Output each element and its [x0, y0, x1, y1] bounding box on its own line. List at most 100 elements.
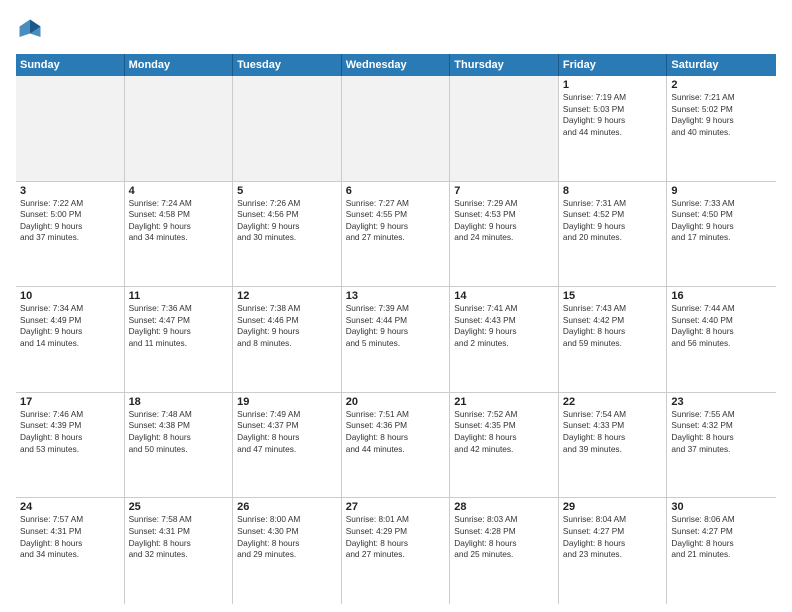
calendar-cell-2-0: 10Sunrise: 7:34 AM Sunset: 4:49 PM Dayli… — [16, 287, 125, 392]
day-info: Sunrise: 7:57 AM Sunset: 4:31 PM Dayligh… — [20, 514, 120, 560]
day-info: Sunrise: 8:01 AM Sunset: 4:29 PM Dayligh… — [346, 514, 446, 560]
calendar-cell-2-1: 11Sunrise: 7:36 AM Sunset: 4:47 PM Dayli… — [125, 287, 234, 392]
calendar-cell-4-0: 24Sunrise: 7:57 AM Sunset: 4:31 PM Dayli… — [16, 498, 125, 604]
calendar-cell-4-3: 27Sunrise: 8:01 AM Sunset: 4:29 PM Dayli… — [342, 498, 451, 604]
calendar-cell-3-3: 20Sunrise: 7:51 AM Sunset: 4:36 PM Dayli… — [342, 393, 451, 498]
day-info: Sunrise: 8:06 AM Sunset: 4:27 PM Dayligh… — [671, 514, 772, 560]
calendar-cell-3-2: 19Sunrise: 7:49 AM Sunset: 4:37 PM Dayli… — [233, 393, 342, 498]
calendar-cell-3-5: 22Sunrise: 7:54 AM Sunset: 4:33 PM Dayli… — [559, 393, 668, 498]
week-row-5: 24Sunrise: 7:57 AM Sunset: 4:31 PM Dayli… — [16, 498, 776, 604]
calendar-cell-2-2: 12Sunrise: 7:38 AM Sunset: 4:46 PM Dayli… — [233, 287, 342, 392]
calendar-cell-3-6: 23Sunrise: 7:55 AM Sunset: 4:32 PM Dayli… — [667, 393, 776, 498]
day-number: 24 — [20, 501, 120, 513]
day-number: 15 — [563, 290, 663, 302]
week-row-1: 1Sunrise: 7:19 AM Sunset: 5:03 PM Daylig… — [16, 76, 776, 182]
day-number: 20 — [346, 396, 446, 408]
weekday-saturday: Saturday — [667, 54, 776, 76]
day-number: 13 — [346, 290, 446, 302]
calendar-cell-3-4: 21Sunrise: 7:52 AM Sunset: 4:35 PM Dayli… — [450, 393, 559, 498]
day-info: Sunrise: 8:00 AM Sunset: 4:30 PM Dayligh… — [237, 514, 337, 560]
calendar-header: Sunday Monday Tuesday Wednesday Thursday… — [16, 54, 776, 76]
calendar-cell-4-1: 25Sunrise: 7:58 AM Sunset: 4:31 PM Dayli… — [125, 498, 234, 604]
day-number: 1 — [563, 79, 663, 91]
week-row-4: 17Sunrise: 7:46 AM Sunset: 4:39 PM Dayli… — [16, 393, 776, 499]
weekday-tuesday: Tuesday — [233, 54, 342, 76]
day-number: 14 — [454, 290, 554, 302]
day-number: 22 — [563, 396, 663, 408]
day-info: Sunrise: 7:52 AM Sunset: 4:35 PM Dayligh… — [454, 409, 554, 455]
calendar-cell-0-2 — [233, 76, 342, 181]
calendar-cell-2-3: 13Sunrise: 7:39 AM Sunset: 4:44 PM Dayli… — [342, 287, 451, 392]
logo — [16, 16, 48, 44]
day-info: Sunrise: 7:49 AM Sunset: 4:37 PM Dayligh… — [237, 409, 337, 455]
day-number: 10 — [20, 290, 120, 302]
day-info: Sunrise: 7:54 AM Sunset: 4:33 PM Dayligh… — [563, 409, 663, 455]
calendar-cell-4-5: 29Sunrise: 8:04 AM Sunset: 4:27 PM Dayli… — [559, 498, 668, 604]
day-info: Sunrise: 7:51 AM Sunset: 4:36 PM Dayligh… — [346, 409, 446, 455]
calendar-cell-2-6: 16Sunrise: 7:44 AM Sunset: 4:40 PM Dayli… — [667, 287, 776, 392]
day-info: Sunrise: 7:55 AM Sunset: 4:32 PM Dayligh… — [671, 409, 772, 455]
day-info: Sunrise: 7:21 AM Sunset: 5:02 PM Dayligh… — [671, 92, 772, 138]
calendar-cell-3-1: 18Sunrise: 7:48 AM Sunset: 4:38 PM Dayli… — [125, 393, 234, 498]
day-number: 2 — [671, 79, 772, 91]
day-number: 30 — [671, 501, 772, 513]
day-number: 28 — [454, 501, 554, 513]
day-number: 19 — [237, 396, 337, 408]
calendar-cell-1-2: 5Sunrise: 7:26 AM Sunset: 4:56 PM Daylig… — [233, 182, 342, 287]
day-info: Sunrise: 7:41 AM Sunset: 4:43 PM Dayligh… — [454, 303, 554, 349]
calendar-cell-1-1: 4Sunrise: 7:24 AM Sunset: 4:58 PM Daylig… — [125, 182, 234, 287]
day-info: Sunrise: 7:36 AM Sunset: 4:47 PM Dayligh… — [129, 303, 229, 349]
day-info: Sunrise: 8:03 AM Sunset: 4:28 PM Dayligh… — [454, 514, 554, 560]
calendar-cell-4-4: 28Sunrise: 8:03 AM Sunset: 4:28 PM Dayli… — [450, 498, 559, 604]
day-info: Sunrise: 7:31 AM Sunset: 4:52 PM Dayligh… — [563, 198, 663, 244]
day-number: 11 — [129, 290, 229, 302]
day-info: Sunrise: 7:24 AM Sunset: 4:58 PM Dayligh… — [129, 198, 229, 244]
day-info: Sunrise: 7:48 AM Sunset: 4:38 PM Dayligh… — [129, 409, 229, 455]
day-info: Sunrise: 7:43 AM Sunset: 4:42 PM Dayligh… — [563, 303, 663, 349]
day-number: 5 — [237, 185, 337, 197]
header — [16, 16, 776, 44]
day-info: Sunrise: 7:33 AM Sunset: 4:50 PM Dayligh… — [671, 198, 772, 244]
weekday-thursday: Thursday — [450, 54, 559, 76]
calendar: Sunday Monday Tuesday Wednesday Thursday… — [16, 54, 776, 604]
calendar-cell-0-0 — [16, 76, 125, 181]
weekday-sunday: Sunday — [16, 54, 125, 76]
calendar-cell-1-6: 9Sunrise: 7:33 AM Sunset: 4:50 PM Daylig… — [667, 182, 776, 287]
calendar-cell-4-6: 30Sunrise: 8:06 AM Sunset: 4:27 PM Dayli… — [667, 498, 776, 604]
weekday-friday: Friday — [559, 54, 668, 76]
calendar-cell-3-0: 17Sunrise: 7:46 AM Sunset: 4:39 PM Dayli… — [16, 393, 125, 498]
day-number: 9 — [671, 185, 772, 197]
day-info: Sunrise: 7:22 AM Sunset: 5:00 PM Dayligh… — [20, 198, 120, 244]
day-info: Sunrise: 8:04 AM Sunset: 4:27 PM Dayligh… — [563, 514, 663, 560]
calendar-body: 1Sunrise: 7:19 AM Sunset: 5:03 PM Daylig… — [16, 76, 776, 604]
day-info: Sunrise: 7:44 AM Sunset: 4:40 PM Dayligh… — [671, 303, 772, 349]
day-number: 26 — [237, 501, 337, 513]
day-info: Sunrise: 7:19 AM Sunset: 5:03 PM Dayligh… — [563, 92, 663, 138]
calendar-cell-2-5: 15Sunrise: 7:43 AM Sunset: 4:42 PM Dayli… — [559, 287, 668, 392]
day-info: Sunrise: 7:34 AM Sunset: 4:49 PM Dayligh… — [20, 303, 120, 349]
page: Sunday Monday Tuesday Wednesday Thursday… — [0, 0, 792, 612]
day-number: 4 — [129, 185, 229, 197]
week-row-3: 10Sunrise: 7:34 AM Sunset: 4:49 PM Dayli… — [16, 287, 776, 393]
day-number: 3 — [20, 185, 120, 197]
calendar-cell-0-1 — [125, 76, 234, 181]
calendar-cell-0-3 — [342, 76, 451, 181]
day-number: 17 — [20, 396, 120, 408]
day-info: Sunrise: 7:39 AM Sunset: 4:44 PM Dayligh… — [346, 303, 446, 349]
day-info: Sunrise: 7:26 AM Sunset: 4:56 PM Dayligh… — [237, 198, 337, 244]
day-number: 29 — [563, 501, 663, 513]
day-number: 8 — [563, 185, 663, 197]
day-info: Sunrise: 7:27 AM Sunset: 4:55 PM Dayligh… — [346, 198, 446, 244]
calendar-cell-0-4 — [450, 76, 559, 181]
day-number: 12 — [237, 290, 337, 302]
calendar-cell-1-3: 6Sunrise: 7:27 AM Sunset: 4:55 PM Daylig… — [342, 182, 451, 287]
day-number: 16 — [671, 290, 772, 302]
calendar-cell-4-2: 26Sunrise: 8:00 AM Sunset: 4:30 PM Dayli… — [233, 498, 342, 604]
day-info: Sunrise: 7:46 AM Sunset: 4:39 PM Dayligh… — [20, 409, 120, 455]
day-number: 18 — [129, 396, 229, 408]
day-number: 7 — [454, 185, 554, 197]
logo-icon — [16, 16, 44, 44]
calendar-cell-1-4: 7Sunrise: 7:29 AM Sunset: 4:53 PM Daylig… — [450, 182, 559, 287]
day-number: 21 — [454, 396, 554, 408]
calendar-cell-1-0: 3Sunrise: 7:22 AM Sunset: 5:00 PM Daylig… — [16, 182, 125, 287]
